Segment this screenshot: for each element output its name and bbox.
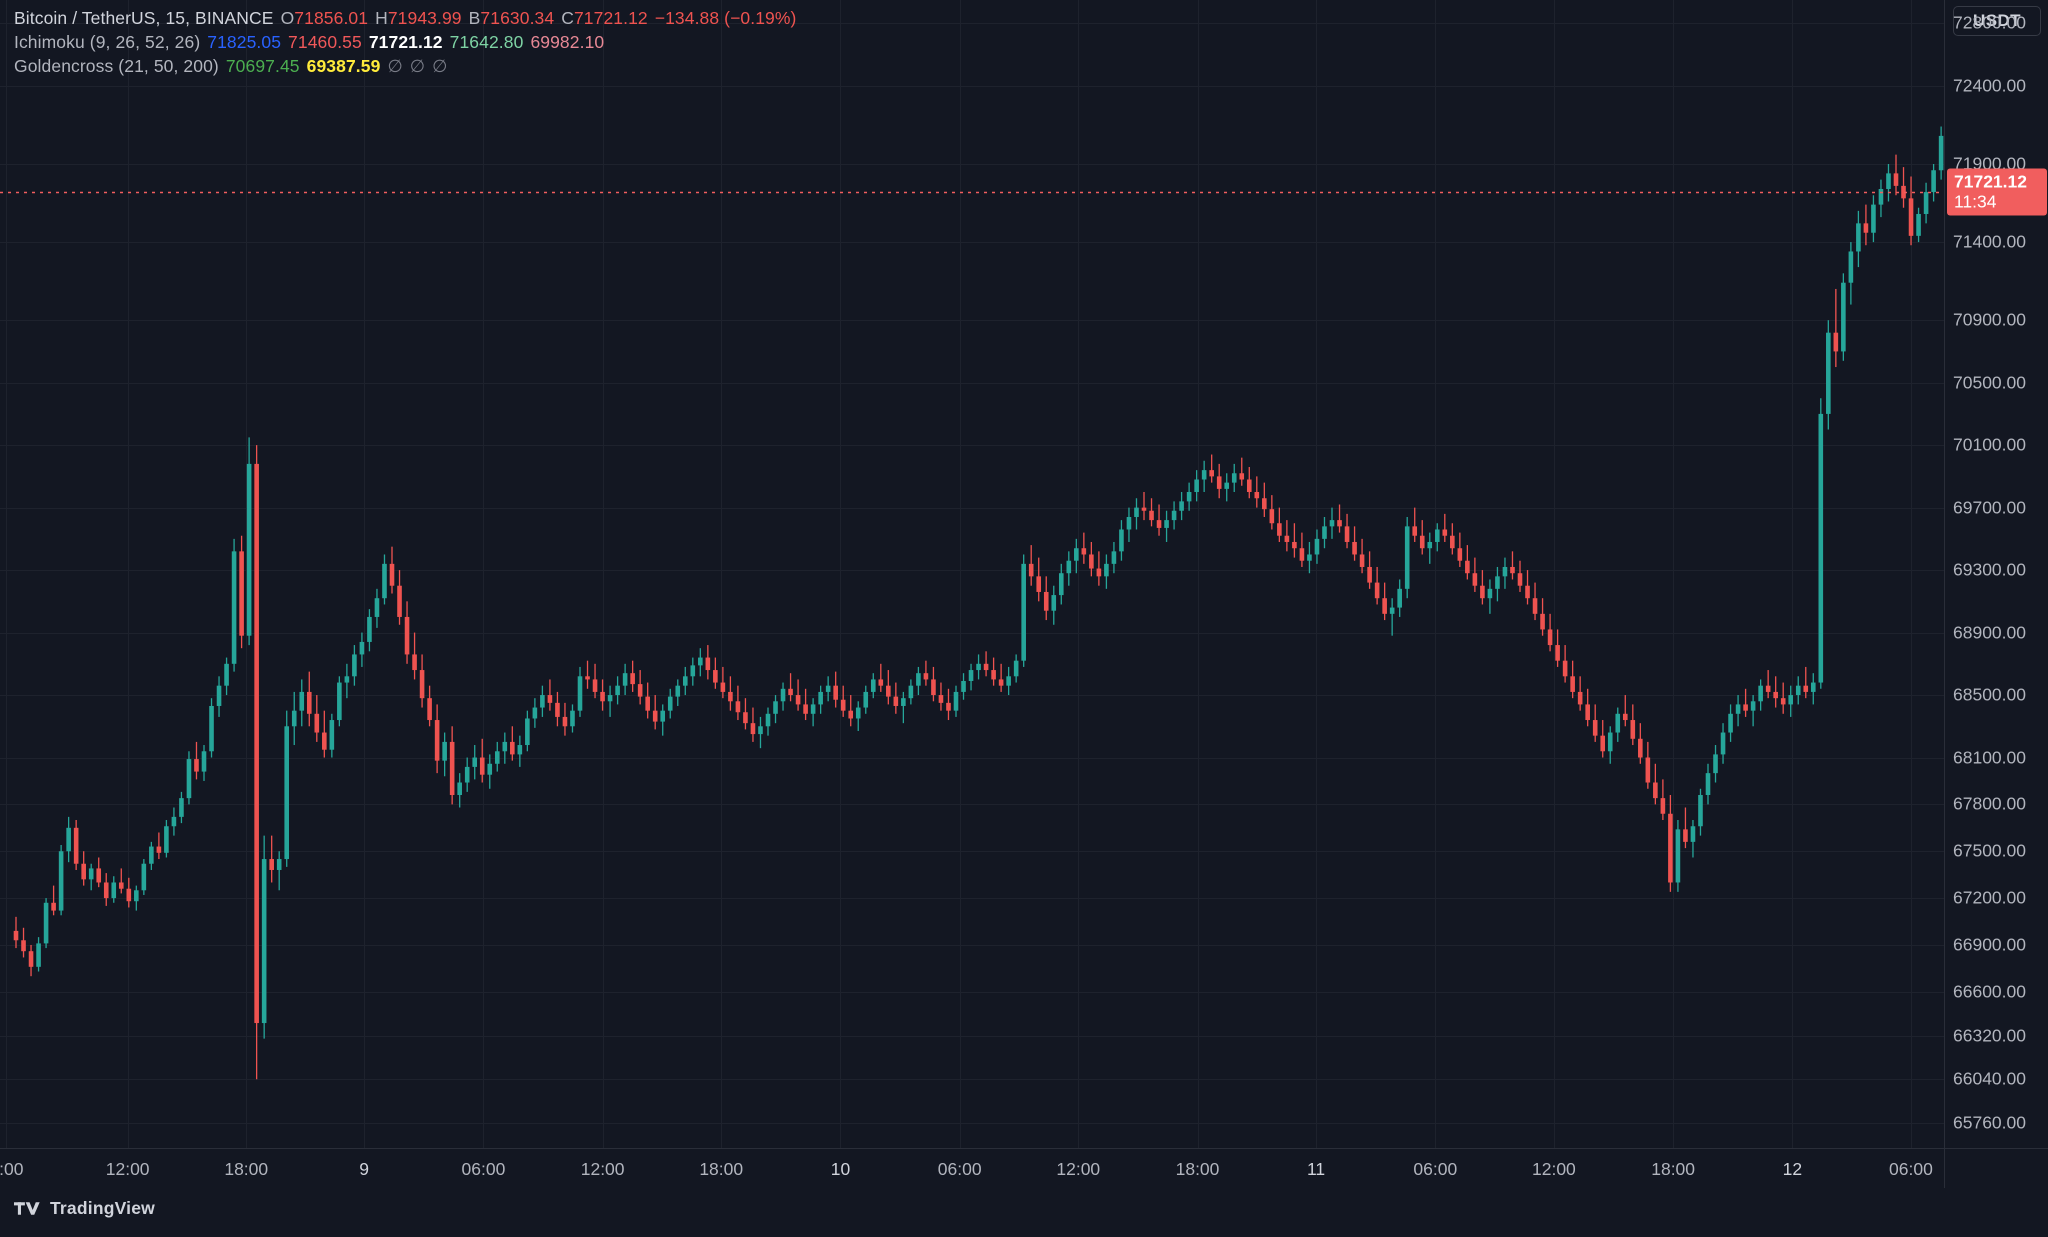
ichimoku-lead2-value: 69982.10 <box>530 32 605 52</box>
time-tick: 06:00 <box>1413 1159 1458 1179</box>
ohlc-low: B71630.34 <box>468 8 555 28</box>
price-tick: 66320.00 <box>1953 1025 2026 1046</box>
time-tick: 18:00 <box>699 1159 744 1179</box>
ichimoku-lagging-value: 71721.12 <box>368 32 443 52</box>
tradingview-logo-icon <box>14 1202 40 1215</box>
price-tick: 69300.00 <box>1953 559 2026 580</box>
ichimoku-conversion-value: 71825.05 <box>207 32 282 52</box>
time-tick: 18:00 <box>1175 1159 1220 1179</box>
time-tick: 18:00 <box>1651 1159 1696 1179</box>
time-tick: 6:00 <box>0 1159 24 1179</box>
time-tick: 9 <box>359 1159 370 1179</box>
price-tick: 67800.00 <box>1953 793 2026 814</box>
time-tick: 06:00 <box>1889 1159 1933 1179</box>
tradingview-brand[interactable]: TradingView <box>14 1198 155 1219</box>
price-tick: 70500.00 <box>1953 372 2026 393</box>
time-tick: 12:00 <box>105 1159 150 1179</box>
symbol-title[interactable]: Bitcoin / TetherUS, 15, BINANCE <box>14 9 274 28</box>
ohlc-high: H71943.99 <box>375 8 462 28</box>
goldencross-mid-value: 69387.59 <box>306 56 381 76</box>
price-change: −134.88 (−0.19%) <box>654 8 797 28</box>
ichimoku-title[interactable]: Ichimoku (9, 26, 52, 26) <box>14 33 200 52</box>
tradingview-brand-label: TradingView <box>50 1198 155 1218</box>
current-price-tag[interactable]: 71721.12 11:34 <box>1947 168 2047 216</box>
chart-footer: TradingView <box>0 1188 2048 1237</box>
goldencross-empty-1: ∅ <box>387 56 403 76</box>
price-tick: 67500.00 <box>1953 840 2026 861</box>
chart-pane[interactable] <box>0 0 1944 1148</box>
ohlc-open: O71856.01 <box>280 8 369 28</box>
price-tick: 68500.00 <box>1953 684 2026 705</box>
time-tick: 12 <box>1782 1159 1803 1179</box>
price-line-overlay <box>0 191 1944 194</box>
time-tick: 06:00 <box>461 1159 506 1179</box>
price-tick: 70100.00 <box>1953 434 2026 455</box>
ichimoku-lead1-value: 71642.80 <box>449 32 524 52</box>
legend-row-goldencross[interactable]: Goldencross (21, 50, 200) 70697.45 69387… <box>14 56 803 82</box>
price-tick: 72400.00 <box>1953 75 2026 96</box>
price-tick: 67200.00 <box>1953 887 2026 908</box>
goldencross-empty-2: ∅ <box>409 56 426 76</box>
price-tick: 65760.00 <box>1953 1112 2026 1133</box>
legend-row-ichimoku[interactable]: Ichimoku (9, 26, 52, 26) 71825.05 71460.… <box>14 32 803 58</box>
price-tick: 70900.00 <box>1953 309 2026 330</box>
goldencross-title[interactable]: Goldencross (21, 50, 200) <box>14 57 219 76</box>
price-tick: 66900.00 <box>1953 934 2026 955</box>
price-axis[interactable]: USDT 72800.00 72400.00 71900.00 71400.00 709… <box>1944 0 2048 1148</box>
goldencross-empty-3: ∅ <box>432 56 448 76</box>
price-tick: 68100.00 <box>1953 747 2026 768</box>
legend-row-symbol[interactable]: Bitcoin / TetherUS, 15, BINANCE O71856.0… <box>14 8 803 34</box>
tradingview-chart-app: Bitcoin / TetherUS, 15, BINANCE O71856.0… <box>0 0 2048 1237</box>
time-tick: 12:00 <box>1056 1159 1101 1179</box>
ohlc-close: C71721.12 <box>561 8 648 28</box>
price-tick: 68900.00 <box>1953 622 2026 643</box>
price-tick: 66600.00 <box>1953 981 2026 1002</box>
price-tick: 66040.00 <box>1953 1068 2026 1089</box>
price-tick: 71400.00 <box>1953 231 2026 252</box>
chart-legend: Bitcoin / TetherUS, 15, BINANCE O71856.0… <box>14 8 803 82</box>
ichimoku-base-value: 71460.55 <box>288 32 362 52</box>
current-price-value: 71721.12 <box>1954 171 2027 192</box>
axis-divider <box>1944 1149 1945 1189</box>
time-tick: 11 <box>1306 1159 1326 1179</box>
price-tick: 72800.00 <box>1953 12 2026 33</box>
time-tick: 10 <box>830 1159 851 1179</box>
time-tick: 12:00 <box>580 1159 625 1179</box>
price-tick: 69700.00 <box>1953 497 2026 518</box>
goldencross-fast-value: 70697.45 <box>225 56 300 76</box>
time-tick: 18:00 <box>224 1159 269 1179</box>
time-tick: 12:00 <box>1531 1159 1576 1179</box>
time-axis[interactable]: 6:00 12:00 18:00 9 06:00 12:00 18:00 10 06:00 12:… <box>0 1148 2048 1189</box>
current-price-time: 11:34 <box>1954 191 1997 212</box>
time-tick: 06:00 <box>937 1159 982 1179</box>
